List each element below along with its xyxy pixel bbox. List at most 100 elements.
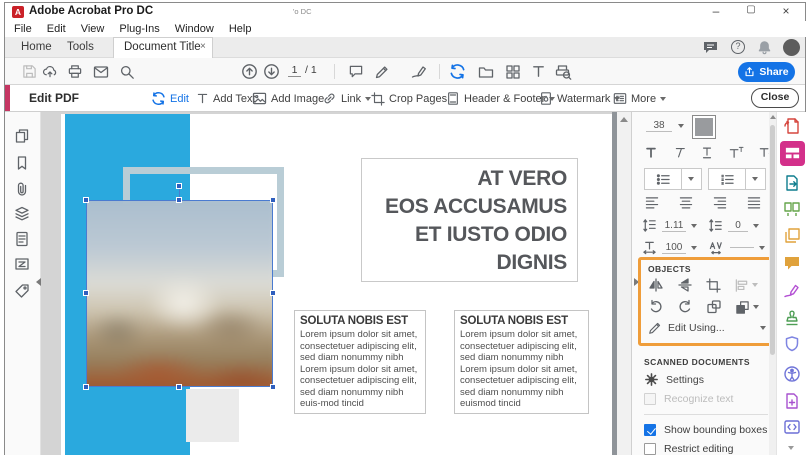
minimize-button[interactable]: –: [705, 4, 727, 18]
search-icon[interactable]: [118, 63, 135, 80]
restrict-editing-checkbox[interactable]: [644, 443, 656, 455]
comment-icon[interactable]: [347, 63, 364, 80]
recognize-text-checkbox[interactable]: [644, 393, 656, 405]
resize-handle-ne[interactable]: [270, 197, 276, 203]
resize-handle-sw[interactable]: [83, 384, 89, 390]
document-scrollbar[interactable]: [617, 112, 631, 455]
annotate-pencil-icon[interactable]: [373, 63, 390, 80]
help-icon[interactable]: ?: [731, 40, 745, 54]
panel-scrollbar[interactable]: [769, 112, 776, 455]
align-left-icon[interactable]: [644, 196, 660, 209]
signatures-panel-icon[interactable]: [14, 256, 30, 272]
replace-image-icon[interactable]: [706, 299, 722, 315]
scan-search-icon[interactable]: [555, 63, 572, 80]
more-tools-chevron-icon[interactable]: [788, 446, 794, 450]
rotate-counterclockwise-icon[interactable]: [648, 299, 664, 315]
add-image-button[interactable]: Add Image: [252, 85, 324, 112]
settings-button[interactable]: Settings: [644, 372, 704, 387]
save-icon[interactable]: [21, 63, 38, 80]
rotation-handle[interactable]: [176, 183, 182, 189]
menu-view[interactable]: View: [81, 23, 105, 35]
edit-tool-button[interactable]: Edit: [151, 85, 189, 112]
underline-icon[interactable]: [700, 145, 714, 160]
next-page-icon[interactable]: [263, 63, 280, 80]
align-objects-dropdown[interactable]: [734, 278, 758, 293]
menu-window[interactable]: Window: [175, 23, 214, 35]
crop-pages-button[interactable]: Crop Pages: [371, 85, 447, 112]
maximize-button[interactable]: ▢: [740, 4, 762, 15]
paragraph-spacing-control[interactable]: 0: [708, 218, 759, 233]
resize-handle-n[interactable]: [176, 197, 182, 203]
open-folder-icon[interactable]: [477, 63, 494, 80]
menu-help[interactable]: Help: [229, 23, 252, 35]
combine-files-icon[interactable]: [783, 227, 801, 245]
organize-pages-tool-icon[interactable]: [783, 200, 801, 218]
font-color-swatch[interactable]: [692, 115, 716, 139]
stamp-tool-icon[interactable]: [783, 310, 801, 328]
bell-icon[interactable]: [757, 40, 772, 55]
text-column-2[interactable]: SOLUTA NOBIS EST Lorem ipsum dolor sit a…: [454, 310, 589, 414]
embed-code-icon[interactable]: [783, 419, 801, 437]
protect-shield-icon[interactable]: [783, 335, 801, 353]
close-window-button[interactable]: ×: [775, 4, 797, 18]
attachments-paperclip-icon[interactable]: [14, 181, 30, 197]
arrange-dropdown[interactable]: [735, 300, 759, 315]
pdf-page[interactable]: AT VERO EOS ACCUSAMUS ET IUSTO ODIO DIGN…: [61, 114, 612, 455]
document-tab-close-icon[interactable]: ×: [200, 41, 206, 52]
avatar[interactable]: [783, 39, 800, 56]
character-spacing-control[interactable]: [708, 240, 765, 255]
comment-tool-icon[interactable]: [783, 254, 801, 272]
heading-text-block[interactable]: AT VERO EOS ACCUSAMUS ET IUSTO ODIO DIGN…: [361, 158, 578, 282]
cloud-upload-icon[interactable]: [41, 63, 58, 80]
edit-using-button[interactable]: Edit Using...: [648, 321, 766, 335]
flip-horizontal-icon[interactable]: [677, 277, 693, 293]
export-pdf-icon[interactable]: [783, 174, 801, 192]
panel-scroll-thumb[interactable]: [770, 125, 775, 355]
line-spacing-control[interactable]: 1.11: [642, 218, 697, 233]
selected-image[interactable]: [86, 200, 273, 387]
italic-icon[interactable]: [672, 145, 686, 160]
resize-handle-w[interactable]: [83, 290, 89, 296]
page-number-input[interactable]: 1: [288, 64, 301, 77]
layers-icon[interactable]: [14, 206, 30, 222]
text-column-1[interactable]: SOLUTA NOBIS EST Lorem ipsum dolor sit a…: [294, 310, 426, 414]
rotate-clockwise-icon[interactable]: [677, 299, 693, 315]
fill-sign-pen-icon[interactable]: [411, 63, 428, 80]
bookmarks-icon[interactable]: [14, 155, 30, 171]
font-size-dropdown[interactable]: 38: [646, 120, 684, 132]
link-button[interactable]: Link: [322, 85, 371, 112]
crop-object-icon[interactable]: [706, 278, 721, 293]
align-right-icon[interactable]: [712, 196, 728, 209]
tab-tools[interactable]: Tools: [67, 41, 94, 53]
add-page-icon[interactable]: [783, 392, 801, 410]
align-justify-icon[interactable]: [746, 196, 762, 209]
scroll-up-arrow-icon[interactable]: [620, 117, 628, 122]
print-icon[interactable]: [66, 63, 83, 80]
tab-document[interactable]: Document Title ×: [113, 37, 213, 58]
page-thumbnails-icon[interactable]: [14, 128, 30, 144]
horizontal-scale-control[interactable]: 100: [642, 240, 697, 255]
menu-edit[interactable]: Edit: [47, 23, 66, 35]
fill-sign-tool-icon[interactable]: [783, 282, 801, 300]
menu-file[interactable]: File: [14, 23, 32, 35]
show-bounding-boxes-checkbox[interactable]: [644, 424, 656, 436]
align-center-icon[interactable]: [678, 196, 694, 209]
resize-handle-e[interactable]: [270, 290, 276, 296]
previous-page-icon[interactable]: [241, 63, 258, 80]
resize-handle-se[interactable]: [270, 384, 276, 390]
tags-icon[interactable]: [14, 283, 30, 299]
watermark-button[interactable]: Watermark: [539, 85, 620, 112]
page-gray-block[interactable]: [186, 389, 239, 442]
bullet-list-dropdown[interactable]: [644, 168, 702, 190]
superscript-icon[interactable]: [728, 145, 744, 160]
resize-handle-nw[interactable]: [83, 197, 89, 203]
edit-pdf-tool-active[interactable]: [780, 141, 805, 166]
organize-pages-icon[interactable]: [504, 63, 521, 80]
edit-pdf-quick-icon[interactable]: [449, 63, 466, 80]
create-pdf-icon[interactable]: [783, 117, 801, 135]
add-text-button[interactable]: Add Text: [196, 85, 256, 112]
email-icon[interactable]: [92, 63, 109, 80]
close-edit-button[interactable]: Close: [751, 88, 799, 108]
menu-plugins[interactable]: Plug-Ins: [119, 23, 159, 35]
notifications-bubble-icon[interactable]: [703, 41, 718, 53]
